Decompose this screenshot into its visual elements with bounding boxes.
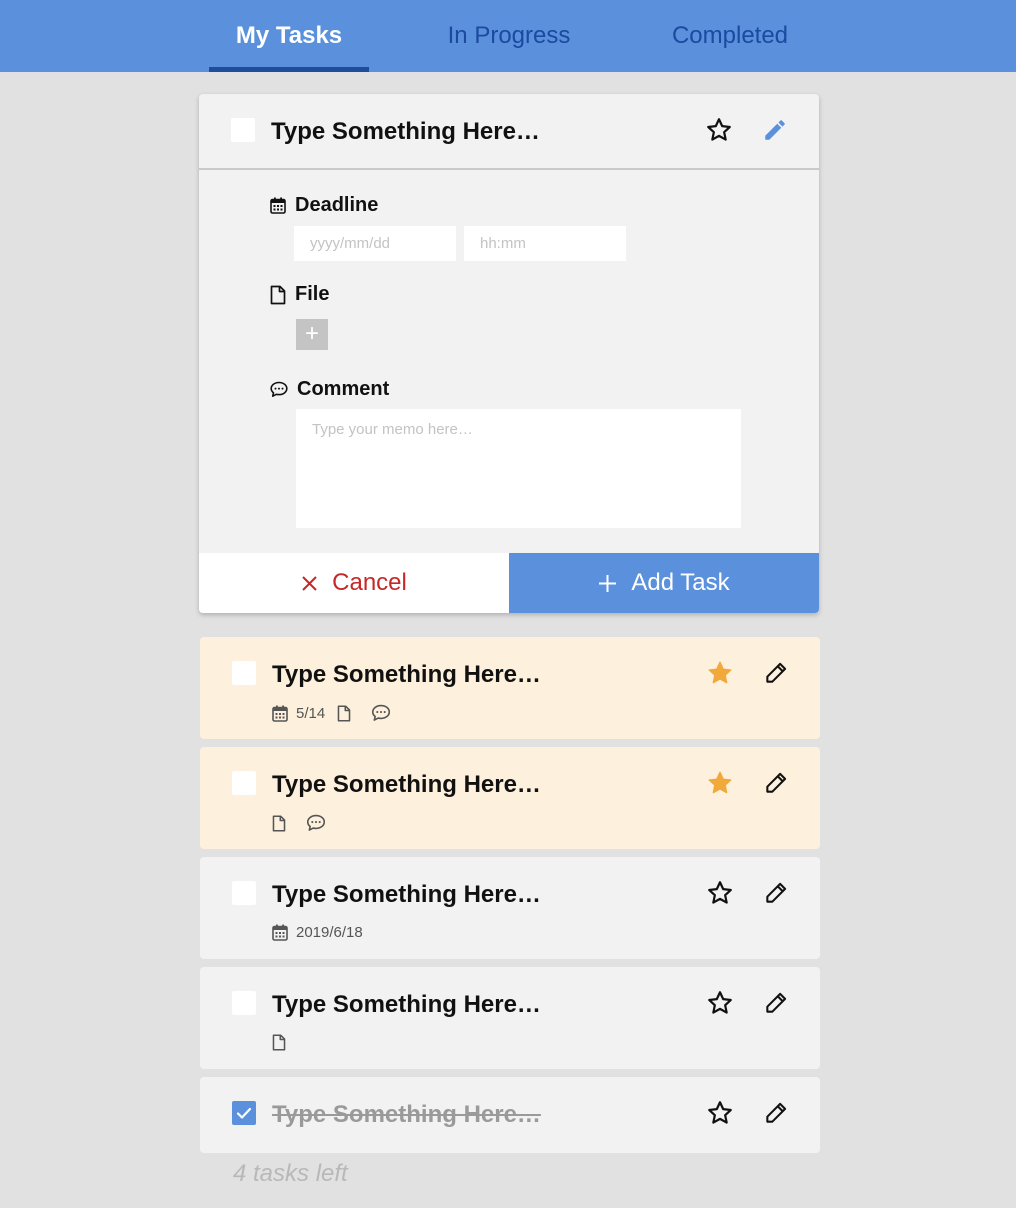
add-task-button-label: Add Task <box>631 569 730 596</box>
editor-header: Type Something Here… <box>199 94 819 170</box>
pencil-icon[interactable] <box>760 1097 792 1129</box>
file-icon <box>272 1034 286 1051</box>
task-title[interactable]: Type Something Here… <box>272 991 541 1019</box>
task-title[interactable]: Type Something Here… <box>272 1101 541 1129</box>
comment-label: Comment <box>270 378 389 401</box>
task-card[interactable]: Type Something Here… <box>200 747 820 849</box>
task-checkbox[interactable] <box>232 991 256 1015</box>
cancel-button-label: Cancel <box>332 569 407 596</box>
deadline-meta: 5/14 <box>272 705 325 722</box>
add-task-button[interactable]: Add Task <box>509 553 819 613</box>
task-title[interactable]: Type Something Here… <box>272 661 541 689</box>
task-card[interactable]: Type Something Here… <box>200 1077 820 1153</box>
star-icon[interactable] <box>704 987 736 1019</box>
check-icon <box>236 1107 252 1119</box>
star-icon[interactable] <box>704 877 736 909</box>
editor-checkbox[interactable] <box>231 118 255 142</box>
file-icon <box>272 815 286 831</box>
pencil-icon[interactable] <box>759 114 791 146</box>
plus-icon <box>599 574 617 592</box>
pencil-icon[interactable] <box>760 877 792 909</box>
comment-meta <box>306 814 334 832</box>
close-icon <box>302 575 317 591</box>
star-icon[interactable] <box>704 767 736 799</box>
file-icon <box>270 285 286 304</box>
calendar-icon <box>272 705 288 722</box>
comment-icon <box>372 704 391 721</box>
calendar-icon <box>270 197 286 214</box>
task-editor: Type Something Here… Deadline File + Com… <box>199 94 819 613</box>
star-icon[interactable] <box>704 1097 736 1129</box>
calendar-icon <box>272 924 288 941</box>
tab-in-progress[interactable]: In Progress <box>429 0 589 72</box>
cancel-button[interactable]: Cancel <box>199 553 509 613</box>
task-title[interactable]: Type Something Here… <box>272 771 541 799</box>
comment-meta <box>371 704 399 722</box>
deadline-time-input[interactable] <box>464 226 626 261</box>
deadline-label: Deadline <box>270 194 378 217</box>
task-meta <box>272 1034 306 1051</box>
star-icon[interactable] <box>704 657 736 689</box>
task-meta: 2019/6/18 <box>272 924 375 941</box>
task-meta <box>272 814 346 832</box>
tab-completed[interactable]: Completed <box>650 0 810 72</box>
pencil-icon[interactable] <box>760 767 792 799</box>
deadline-label-text: Deadline <box>295 194 379 216</box>
file-label-text: File <box>295 283 330 305</box>
task-date: 5/14 <box>296 704 326 722</box>
file-meta <box>337 705 359 722</box>
file-icon <box>337 705 351 721</box>
add-file-button[interactable]: + <box>296 319 328 350</box>
deadline-date-input[interactable] <box>294 226 456 261</box>
file-meta <box>272 1034 294 1051</box>
task-title[interactable]: Type Something Here… <box>272 881 541 909</box>
task-checkbox[interactable] <box>232 881 256 905</box>
pencil-icon[interactable] <box>760 657 792 689</box>
comment-icon <box>306 814 326 831</box>
task-meta: 5/14 <box>272 704 411 722</box>
editor-title[interactable]: Type Something Here… <box>271 118 540 146</box>
star-icon[interactable] <box>703 114 735 146</box>
tab-my-tasks[interactable]: My Tasks <box>209 0 369 72</box>
task-checkbox[interactable] <box>232 1101 256 1125</box>
tasks-left-counter: 4 tasks left <box>233 1160 348 1187</box>
pencil-icon[interactable] <box>760 987 792 1019</box>
task-card[interactable]: Type Something Here… 2019/6/18 <box>200 857 820 959</box>
file-meta <box>272 815 294 832</box>
task-card[interactable]: Type Something Here… 5/14 <box>200 637 820 739</box>
task-checkbox[interactable] <box>232 661 256 685</box>
comment-textarea[interactable] <box>296 409 741 528</box>
task-date: 2019/6/18 <box>296 924 363 941</box>
comment-icon <box>270 381 288 397</box>
file-label: File <box>270 283 329 306</box>
comment-label-text: Comment <box>297 378 390 400</box>
task-checkbox[interactable] <box>232 771 256 795</box>
top-nav: My Tasks In Progress Completed <box>0 0 1016 72</box>
deadline-meta: 2019/6/18 <box>272 924 363 941</box>
task-card[interactable]: Type Something Here… <box>200 967 820 1069</box>
